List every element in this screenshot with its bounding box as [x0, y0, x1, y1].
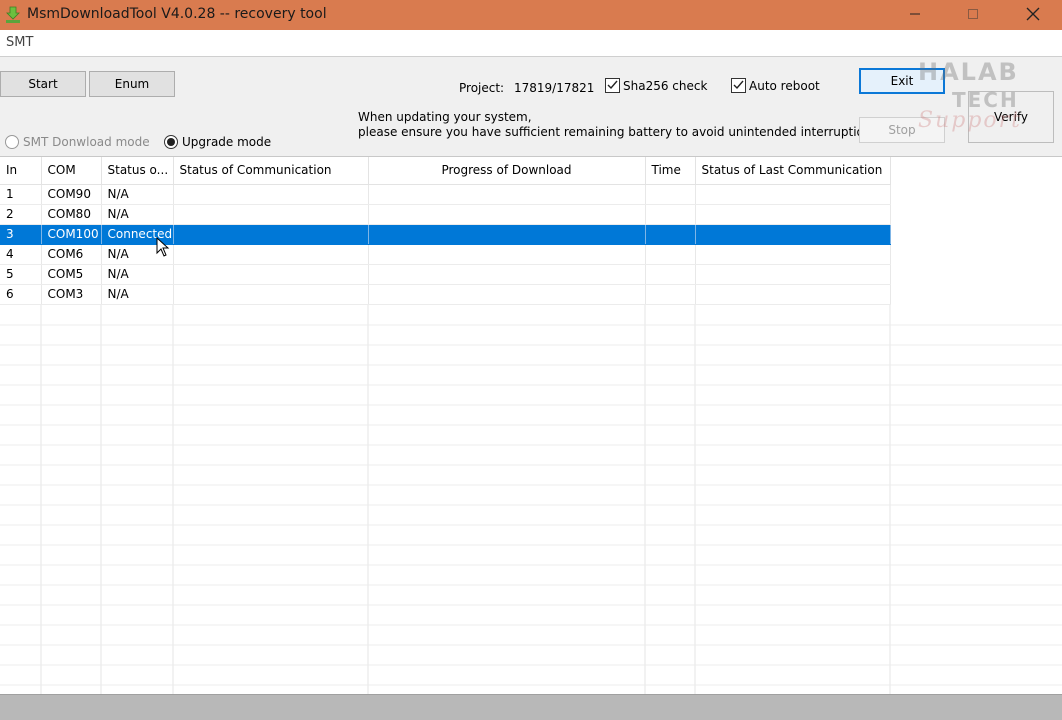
notice-line-2: please ensure you have sufficient remain…: [358, 125, 882, 139]
sha256-label: Sha256 check: [623, 78, 708, 93]
table-cell: 2: [0, 204, 42, 225]
device-list-grid: In COM Status o... Status of Communicati…: [0, 156, 1062, 694]
minimize-button[interactable]: [892, 0, 938, 30]
table-cell: [173, 204, 369, 225]
table-cell: [695, 284, 891, 305]
table-row[interactable]: 1 COM90 N/A: [0, 184, 891, 205]
table-row[interactable]: 5 COM5 N/A: [0, 264, 891, 285]
table-cell: [173, 224, 369, 245]
table-cell: [645, 264, 696, 285]
column-header-last-communication[interactable]: Status of Last Communication: [695, 157, 891, 185]
column-header-communication[interactable]: Status of Communication: [173, 157, 369, 185]
table-row[interactable]: 4 COM6 N/A: [0, 244, 891, 265]
project-value: 17819/17821: [514, 81, 595, 95]
table-cell: [645, 224, 696, 245]
table-cell: [645, 284, 696, 305]
device-table: In COM Status o... Status of Communicati…: [0, 157, 891, 305]
checkbox-box[interactable]: [731, 78, 746, 93]
notice-line-1: When updating your system,: [358, 110, 532, 124]
table-row[interactable]: 3 COM100 Connected: [0, 224, 891, 245]
smt-download-mode-radio[interactable]: SMT Donwload mode: [5, 135, 150, 149]
column-header-com[interactable]: COM: [41, 157, 102, 185]
auto-reboot-label: Auto reboot: [749, 78, 820, 93]
verify-button[interactable]: Verify: [968, 91, 1054, 143]
table-cell: 5: [0, 264, 42, 285]
maximize-button[interactable]: [950, 0, 996, 30]
upgrade-mode-radio[interactable]: Upgrade mode: [164, 135, 271, 149]
menu-item-smt[interactable]: SMT: [6, 35, 33, 50]
download-arrow-icon: [4, 6, 22, 24]
upgrade-mode-label: Upgrade mode: [182, 135, 272, 149]
table-cell: [173, 264, 369, 285]
stop-button[interactable]: Stop: [859, 117, 945, 143]
table-cell: COM90: [41, 184, 102, 205]
radio-circle[interactable]: [5, 135, 19, 149]
table-cell: [368, 264, 646, 285]
table-cell: [368, 224, 646, 245]
maximize-icon: [967, 8, 979, 23]
table-cell: [695, 264, 891, 285]
title-bar: MsmDownloadTool V4.0.28 -- recovery tool: [0, 0, 1062, 30]
status-bar: [0, 694, 1062, 720]
table-cell: COM3: [41, 284, 102, 305]
close-icon: [1026, 7, 1040, 24]
checkmark-icon: [607, 79, 618, 93]
table-cell: N/A: [101, 184, 174, 205]
minimize-icon: [909, 8, 921, 23]
table-cell: [173, 284, 369, 305]
table-cell: [173, 184, 369, 205]
checkmark-icon: [733, 79, 744, 93]
table-cell: COM5: [41, 264, 102, 285]
smt-download-mode-label: SMT Donwload mode: [23, 135, 150, 149]
table-cell: N/A: [101, 284, 174, 305]
table-cell: 4: [0, 244, 42, 265]
column-header-time[interactable]: Time: [645, 157, 696, 185]
column-header-status[interactable]: Status o...: [101, 157, 174, 185]
controls-panel: Start Enum Project: 17819/17821 Sha256 c…: [0, 57, 1062, 156]
table-cell: COM100: [41, 224, 102, 245]
table-cell: [368, 204, 646, 225]
menu-bar: SMT: [0, 30, 1062, 57]
checkbox-box[interactable]: [605, 78, 620, 93]
close-button[interactable]: [1010, 0, 1056, 30]
table-cell: 6: [0, 284, 42, 305]
table-row[interactable]: 2 COM80 N/A: [0, 204, 891, 225]
table-cell: 1: [0, 184, 42, 205]
table-cell: COM6: [41, 244, 102, 265]
table-cell: [645, 204, 696, 225]
table-row[interactable]: 6 COM3 N/A: [0, 284, 891, 305]
exit-button[interactable]: Exit: [859, 68, 945, 94]
table-cell: [645, 244, 696, 265]
window-title: MsmDownloadTool V4.0.28 -- recovery tool: [27, 6, 327, 22]
project-label: Project:: [459, 81, 505, 95]
start-button[interactable]: Start: [0, 71, 86, 97]
mouse-cursor-icon: [156, 236, 170, 257]
table-cell: [368, 184, 646, 205]
table-cell: [695, 204, 891, 225]
radio-circle[interactable]: [164, 135, 178, 149]
table-cell: N/A: [101, 264, 174, 285]
table-cell: [368, 244, 646, 265]
table-cell: N/A: [101, 204, 174, 225]
table-cell: [695, 244, 891, 265]
column-header-progress[interactable]: Progress of Download: [368, 157, 646, 185]
table-cell: [645, 184, 696, 205]
table-cell: [695, 184, 891, 205]
enum-button[interactable]: Enum: [89, 71, 175, 97]
table-cell: [695, 224, 891, 245]
table-cell: 3: [0, 224, 42, 245]
table-cell: [368, 284, 646, 305]
table-header-row: In COM Status o... Status of Communicati…: [0, 157, 891, 185]
column-header-in[interactable]: In: [0, 157, 42, 185]
radio-dot: [167, 138, 175, 146]
sha256-checkbox[interactable]: Sha256 check: [605, 78, 707, 93]
auto-reboot-checkbox[interactable]: Auto reboot: [731, 78, 820, 93]
table-cell: COM80: [41, 204, 102, 225]
table-cell: [173, 244, 369, 265]
